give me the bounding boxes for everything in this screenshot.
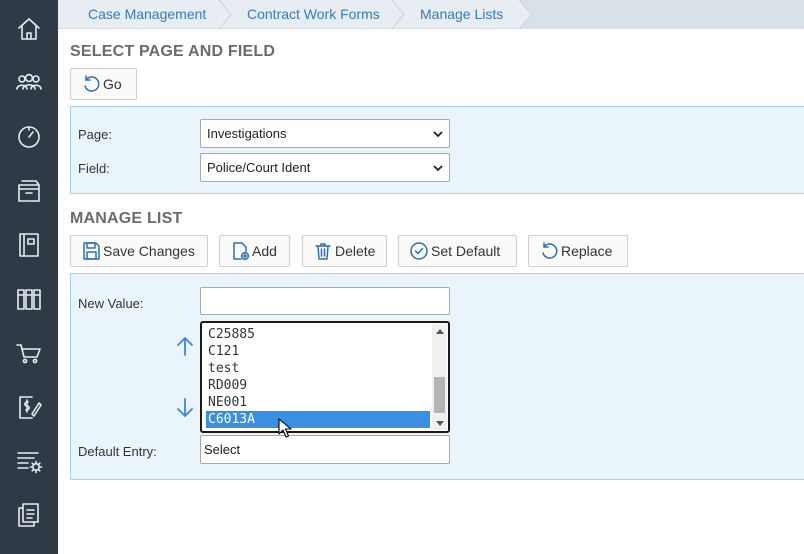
- breadcrumb-manage-lists[interactable]: Manage Lists: [420, 0, 503, 29]
- invoice-edit-icon: [19, 396, 42, 419]
- sidebar-item-archive[interactable]: [0, 166, 58, 216]
- default-entry-label: Default Entry:: [78, 444, 157, 459]
- set-default-button[interactable]: Set Default: [398, 235, 517, 267]
- app-window: Case Management Contract Work Forms Mana…: [0, 0, 804, 554]
- page-select-value: Investigations: [207, 126, 287, 141]
- page-label: Page:: [78, 127, 112, 142]
- delete-button-label: Delete: [335, 243, 376, 259]
- field-label: Field:: [78, 161, 110, 176]
- save-changes-button[interactable]: Save Changes: [70, 235, 208, 267]
- scroll-up-arrow-icon[interactable]: [432, 324, 447, 338]
- scroll-thumb[interactable]: [434, 377, 445, 413]
- list-option[interactable]: NE001: [206, 394, 430, 411]
- sidebar-item-documents[interactable]: [0, 490, 58, 540]
- refresh-icon: [81, 74, 101, 94]
- list-values-listbox[interactable]: C25885 C121 test RD009 NE001 C6013A: [200, 321, 450, 433]
- set-default-label: Set Default: [431, 243, 501, 259]
- sidebar-item-notebook[interactable]: [0, 220, 58, 270]
- select-section-title: SELECT PAGE AND FIELD: [70, 43, 276, 60]
- listbox-scrollbar[interactable]: [432, 324, 447, 430]
- sidebar-item-cart[interactable]: [0, 328, 58, 378]
- list-option[interactable]: C121: [206, 343, 430, 360]
- sidebar-item-invoices[interactable]: [0, 382, 58, 432]
- breadcrumb-tail: [519, 0, 804, 29]
- manage-section-title: MANAGE LIST: [70, 210, 183, 227]
- default-entry-value: Select: [204, 442, 241, 457]
- breadcrumb-contract-work-forms[interactable]: Contract Work Forms: [247, 0, 380, 29]
- sidebar-item-library[interactable]: [0, 274, 58, 324]
- check-circle-icon: [409, 241, 429, 261]
- breadcrumb-case-management[interactable]: Case Management: [88, 0, 206, 29]
- replace-button[interactable]: Replace: [528, 235, 628, 267]
- list-option[interactable]: RD009: [206, 377, 430, 394]
- breadcrumb-separator: [218, 0, 232, 30]
- chevron-down-icon: [433, 131, 443, 138]
- breadcrumb-separator: [391, 0, 405, 30]
- home-icon: [18, 18, 40, 40]
- new-value-label: New Value:: [78, 296, 144, 311]
- list-option[interactable]: test: [206, 360, 430, 377]
- notebook-icon: [19, 233, 39, 257]
- sidebar-item-dashboard[interactable]: [0, 112, 58, 162]
- field-select[interactable]: Police/Court Ident: [200, 153, 450, 182]
- books-icon: [17, 289, 41, 310]
- breadcrumb: Case Management Contract Work Forms Mana…: [58, 0, 804, 30]
- new-value-input[interactable]: [200, 287, 450, 315]
- add-document-icon: [230, 241, 250, 261]
- sidebar-item-list-settings[interactable]: [0, 436, 58, 486]
- list-option[interactable]: C25885: [206, 326, 430, 343]
- sidebar-item-people[interactable]: [0, 58, 58, 108]
- chevron-down-icon: [433, 165, 443, 172]
- add-button-label: Add: [252, 243, 277, 259]
- list-settings-icon: [17, 452, 43, 474]
- save-changes-label: Save Changes: [103, 243, 195, 259]
- page-select[interactable]: Investigations: [200, 119, 450, 148]
- save-disk-icon: [81, 241, 101, 261]
- sidebar-item-home[interactable]: [0, 4, 58, 54]
- replace-button-label: Replace: [561, 243, 613, 259]
- documents-icon: [18, 503, 39, 527]
- arrow-up-icon: [177, 337, 193, 356]
- arrow-down-icon: [177, 398, 193, 417]
- list-option-selected[interactable]: C6013A: [206, 411, 430, 428]
- move-down-button[interactable]: [174, 396, 196, 420]
- select-panel: Page: Investigations Field: Police/Court…: [70, 106, 804, 194]
- go-button[interactable]: Go: [70, 68, 137, 100]
- move-up-button[interactable]: [174, 334, 196, 358]
- trash-icon: [313, 241, 333, 261]
- shopping-cart-icon: [16, 344, 41, 364]
- field-select-value: Police/Court Ident: [207, 160, 311, 175]
- people-icon: [16, 73, 42, 90]
- default-entry-select[interactable]: Select: [200, 435, 450, 464]
- dashboard-gauge-icon: [18, 126, 40, 148]
- scroll-down-arrow-icon[interactable]: [432, 416, 447, 430]
- add-button[interactable]: Add: [219, 235, 290, 267]
- sidebar-nav: [0, 0, 58, 554]
- go-button-label: Go: [103, 76, 122, 92]
- delete-button[interactable]: Delete: [302, 235, 387, 267]
- archive-box-icon: [18, 180, 40, 202]
- replace-refresh-icon: [539, 241, 559, 261]
